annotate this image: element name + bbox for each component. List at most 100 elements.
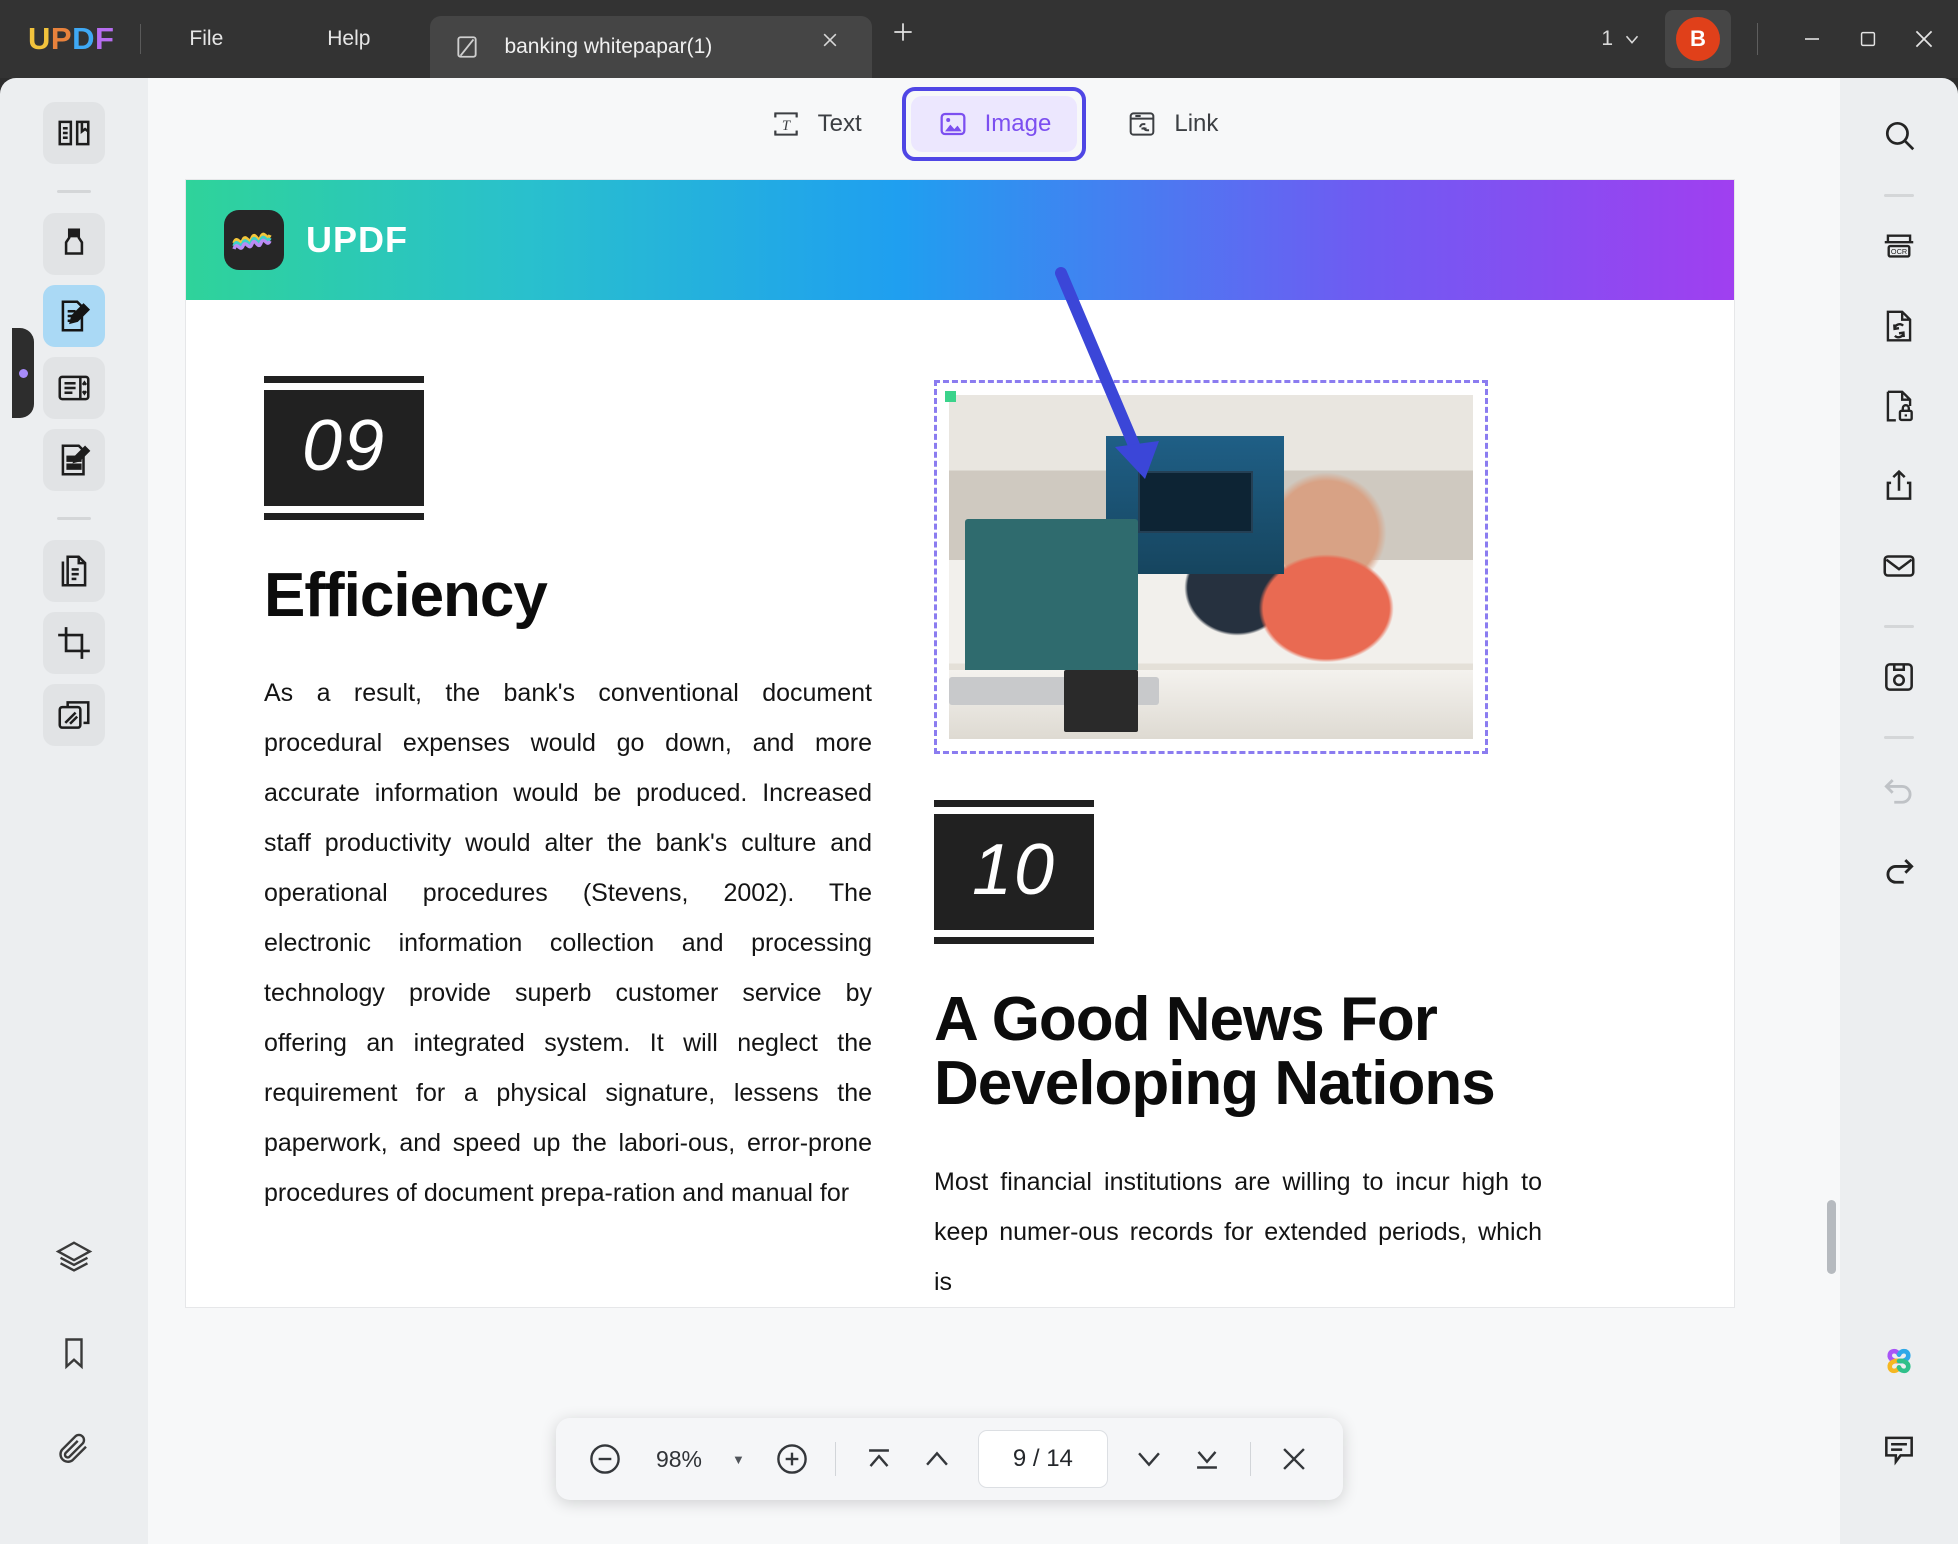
window-close-icon[interactable] xyxy=(1896,11,1952,67)
right-sidebar-divider-3 xyxy=(1884,736,1914,739)
toolbar-divider-1 xyxy=(834,1442,836,1476)
convert-button[interactable] xyxy=(1868,295,1930,357)
search-button[interactable] xyxy=(1868,104,1930,166)
avatar: B xyxy=(1676,17,1720,61)
zoom-in-icon[interactable] xyxy=(765,1432,819,1486)
share-button[interactable] xyxy=(1868,455,1930,517)
sidebar-divider-2 xyxy=(57,517,91,520)
edit-mode-toolbar: T Text Image Link xyxy=(148,78,1840,170)
window-controls-divider xyxy=(1757,23,1758,55)
redo-button[interactable] xyxy=(1868,837,1930,899)
section-paragraph-efficiency: As a result, the bank's conventional doc… xyxy=(264,679,872,1208)
left-sidebar-bottom xyxy=(43,1226,105,1544)
tab-image[interactable]: Image xyxy=(910,96,1078,152)
page-banner: UPDF xyxy=(186,180,1734,300)
updf-window: U P D F File Help banking whitepapar(1) … xyxy=(0,0,1958,1544)
ai-assistant-button[interactable] xyxy=(1868,1330,1930,1392)
title-bar: U P D F File Help banking whitepapar(1) … xyxy=(0,0,1958,78)
link-edit-icon xyxy=(1126,108,1158,140)
vertical-scrollbar-thumb[interactable] xyxy=(1827,1200,1836,1274)
page-right-column: 10 A Good News For Developing Nations Mo… xyxy=(934,376,1542,1307)
logo-letter-f: F xyxy=(94,21,115,56)
tab-link[interactable]: Link xyxy=(1100,96,1244,152)
sidebar-annotate-icon[interactable] xyxy=(43,429,105,491)
chevron-down-icon[interactable] xyxy=(1621,28,1643,50)
last-page-icon[interactable] xyxy=(1180,1432,1234,1486)
right-sidebar-bottom xyxy=(1868,1330,1930,1544)
menu-help[interactable]: Help xyxy=(305,21,392,57)
page-banner-logo-text: UPDF xyxy=(306,219,408,260)
tab-count-label: 1 xyxy=(1601,27,1613,50)
image-resize-handle[interactable] xyxy=(945,391,956,402)
next-page-icon[interactable] xyxy=(1122,1432,1176,1486)
close-icon[interactable] xyxy=(820,30,854,64)
document-tab[interactable]: banking whitepapar(1) xyxy=(430,16,873,78)
previous-page-icon[interactable] xyxy=(910,1432,964,1486)
section-heading-efficiency: Efficiency xyxy=(264,561,548,630)
image-edit-icon xyxy=(937,108,969,140)
sidebar-page-icon[interactable] xyxy=(43,357,105,419)
sidebar-collapse-handle[interactable] xyxy=(12,328,34,418)
page-body: 09 Efficiency As a result, the bank's co… xyxy=(186,300,1734,1307)
pdf-page[interactable]: UPDF 09 Efficiency As a result, the bank… xyxy=(186,180,1734,1307)
section-heading-good-news: A Good News For Developing Nations xyxy=(934,985,1496,1119)
sidebar-layers-icon[interactable] xyxy=(43,1226,105,1288)
close-toolbar-icon[interactable] xyxy=(1267,1432,1321,1486)
tab-image-label: Image xyxy=(984,110,1052,137)
document-image[interactable] xyxy=(949,395,1473,739)
protect-button[interactable] xyxy=(1868,375,1930,437)
right-sidebar-divider xyxy=(1884,194,1914,197)
sidebar-crop-icon[interactable] xyxy=(43,612,105,674)
avatar-button[interactable]: B xyxy=(1665,10,1731,68)
sidebar-edit-icon[interactable] xyxy=(43,285,105,347)
pdf-file-icon xyxy=(452,32,482,62)
sidebar-attachment-icon[interactable] xyxy=(43,1418,105,1480)
image-mode-selection-outline: Image xyxy=(901,87,1087,161)
comment-button[interactable] xyxy=(1868,1418,1930,1480)
section-paragraph-good-news: Most financial institutions are willing … xyxy=(934,1167,1542,1296)
plus-icon[interactable] xyxy=(890,19,930,59)
toolbar-divider-2 xyxy=(1249,1442,1251,1476)
tab-text[interactable]: T Text xyxy=(744,96,888,152)
section-number-09: 09 xyxy=(264,376,424,520)
text-edit-icon: T xyxy=(770,108,802,140)
page-navigation-toolbar: 98% ▼ 9 / 14 xyxy=(556,1418,1343,1500)
logo-letter-u: U xyxy=(28,21,51,56)
right-sidebar-divider-2 xyxy=(1884,625,1914,628)
left-sidebar xyxy=(0,78,148,1544)
caret-down-icon[interactable]: ▼ xyxy=(726,1452,761,1467)
minimize-icon[interactable] xyxy=(1784,11,1840,67)
sidebar-comment-icon[interactable] xyxy=(43,213,105,275)
updf-badge-icon xyxy=(224,210,284,270)
sidebar-bookmark-icon[interactable] xyxy=(43,1322,105,1384)
zoom-out-icon[interactable] xyxy=(578,1432,632,1486)
window-controls: 1 B xyxy=(1601,10,1958,68)
logo-letter-d: D xyxy=(72,21,95,56)
svg-text:OCR: OCR xyxy=(1891,247,1907,256)
titlebar-divider xyxy=(140,24,142,54)
section-number-10: 10 xyxy=(934,800,1094,944)
page-left-column: 09 Efficiency As a result, the bank's co… xyxy=(264,376,872,1307)
menu-file[interactable]: File xyxy=(167,21,245,57)
save-button[interactable] xyxy=(1868,646,1930,708)
right-sidebar: OCR xyxy=(1840,78,1958,1544)
sidebar-divider xyxy=(57,190,91,193)
logo-letter-p: P xyxy=(50,21,73,56)
email-button[interactable] xyxy=(1868,535,1930,597)
updf-logo: U P D F xyxy=(28,21,114,57)
selected-image-frame[interactable] xyxy=(934,380,1488,754)
sidebar-batch-icon[interactable] xyxy=(43,684,105,746)
page-indicator-input[interactable]: 9 / 14 xyxy=(977,1430,1108,1488)
sidebar-organize-icon[interactable] xyxy=(43,540,105,602)
zoom-level-value[interactable]: 98% xyxy=(636,1446,722,1473)
sidebar-reader-icon[interactable] xyxy=(43,102,105,164)
ocr-button[interactable]: OCR xyxy=(1868,215,1930,277)
undo-button[interactable] xyxy=(1868,757,1930,819)
page-scroll-container[interactable]: UPDF 09 Efficiency As a result, the bank… xyxy=(148,170,1840,1544)
svg-text:T: T xyxy=(782,118,792,134)
document-area: T Text Image Link UPDF 09 Efficiency As … xyxy=(148,78,1840,1544)
document-tab-title: banking whitepapar(1) xyxy=(504,35,713,58)
tab-link-label: Link xyxy=(1174,110,1219,137)
maximize-icon[interactable] xyxy=(1840,11,1896,67)
first-page-icon[interactable] xyxy=(852,1432,906,1486)
